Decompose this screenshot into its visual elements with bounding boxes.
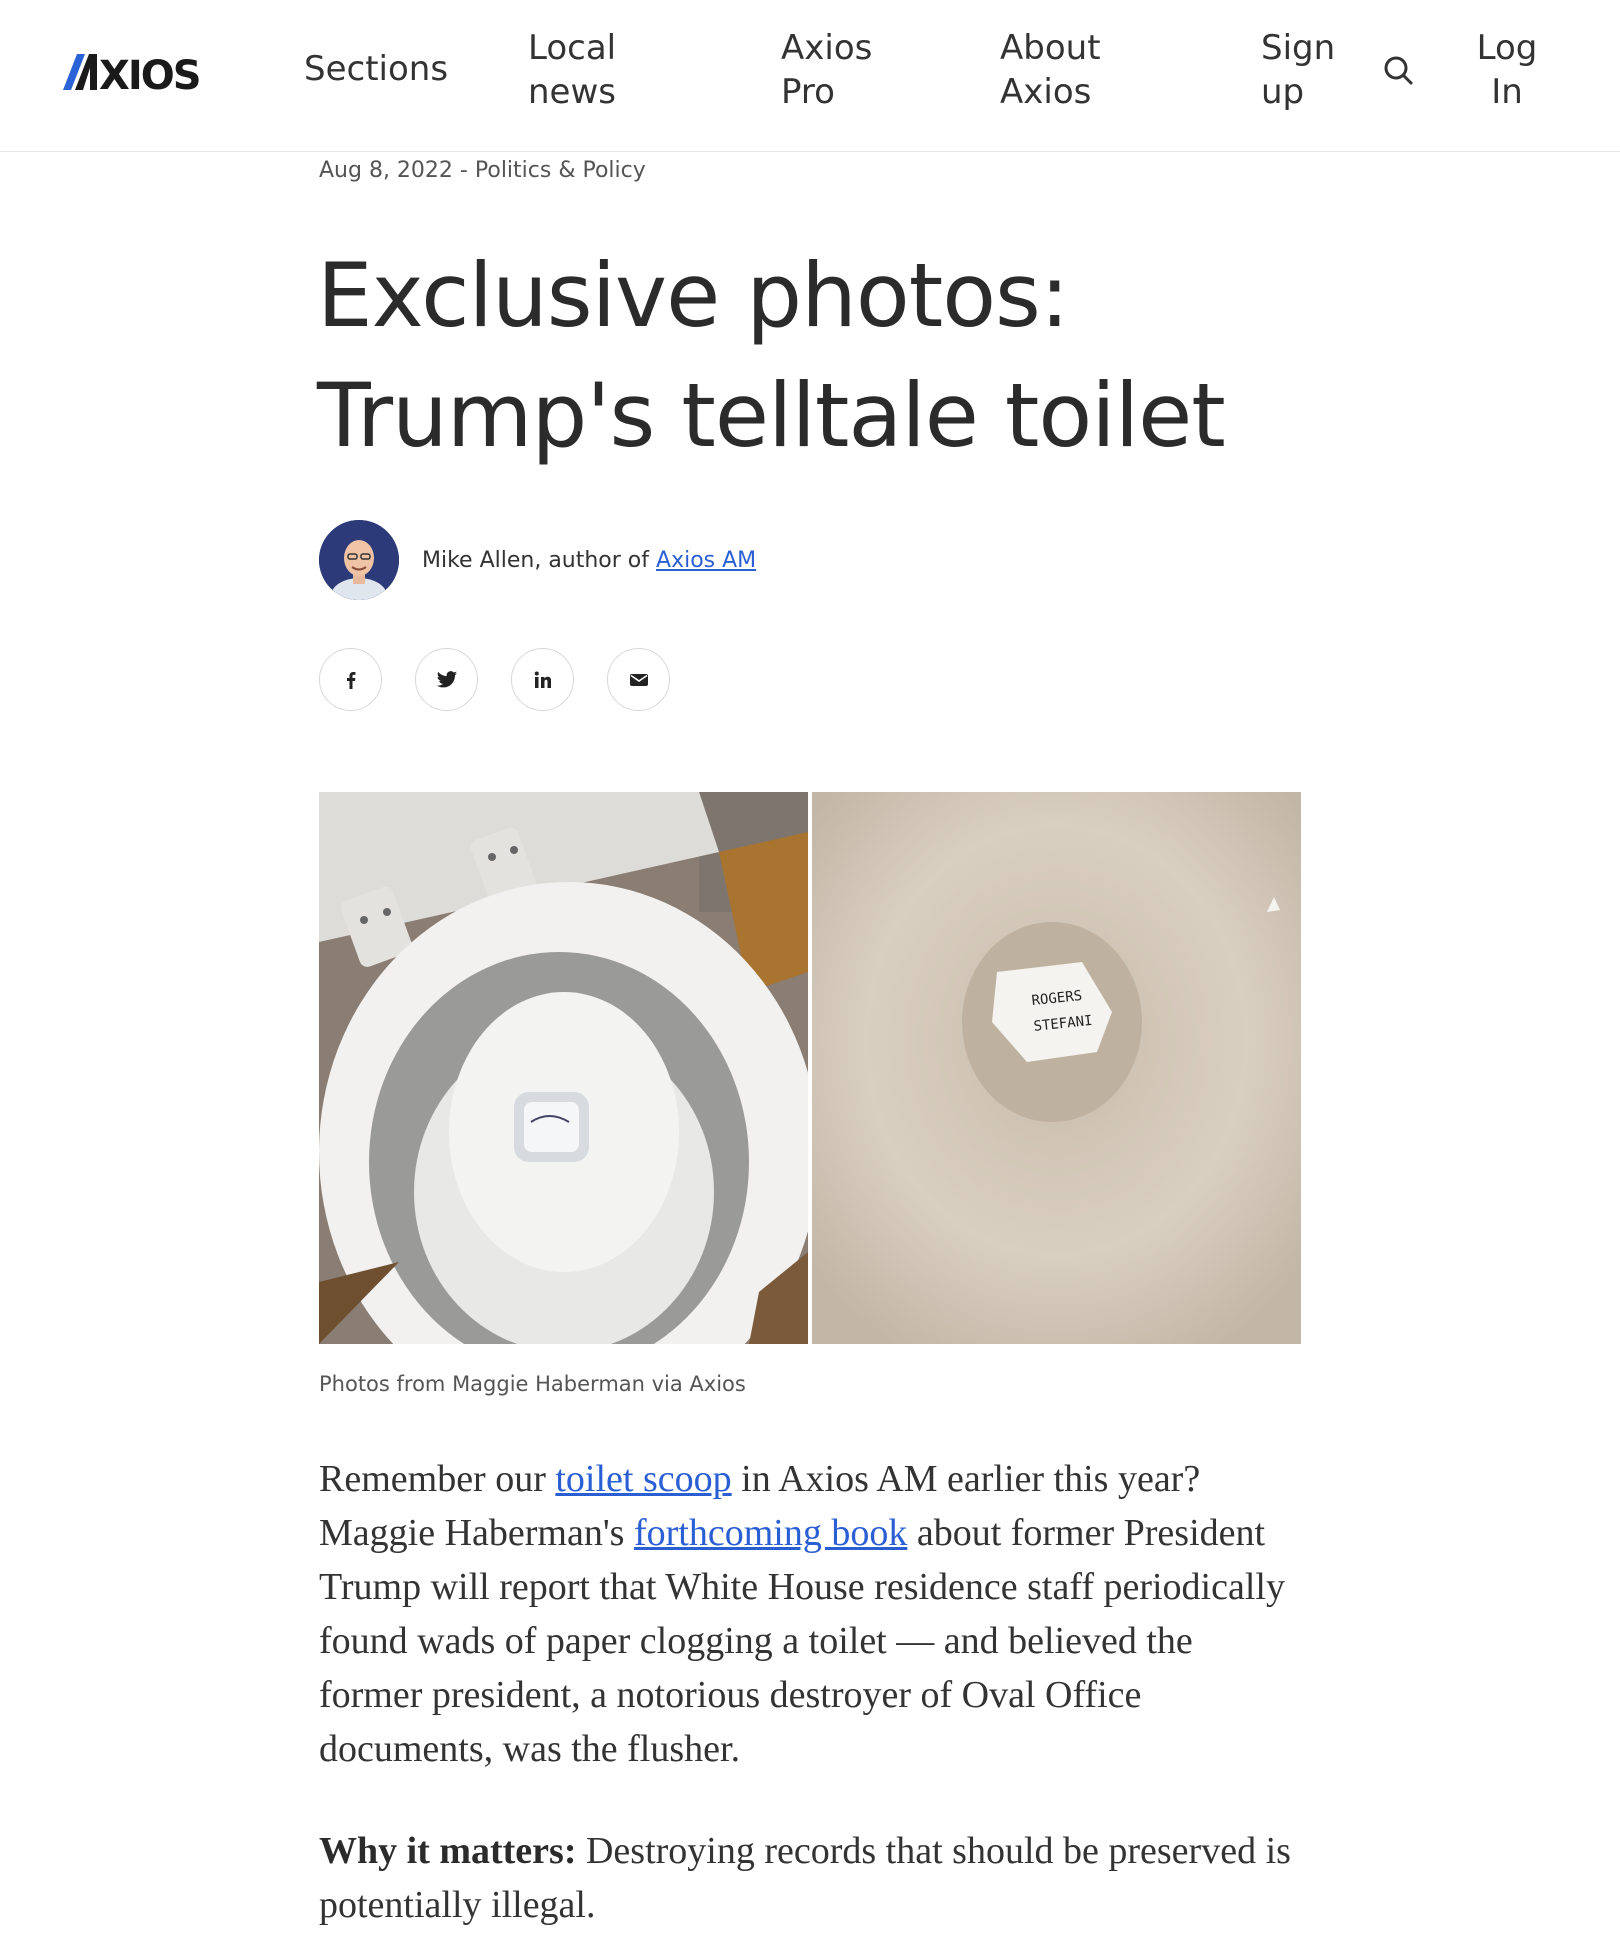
site-header: XIOS Sections Local news Axios Pro About… — [0, 0, 1620, 152]
axios-logo-mark: XIOS — [63, 53, 202, 92]
nav-sections[interactable]: Sections — [304, 47, 448, 91]
share-buttons — [319, 648, 670, 711]
article-paragraph-2: Why it matters: Destroying records that … — [319, 1824, 1299, 1932]
share-twitter-button[interactable] — [415, 648, 478, 711]
author-avatar[interactable] — [319, 520, 399, 600]
article-paragraph-1: Remember our toilet scoop in Axios AM ea… — [319, 1452, 1299, 1776]
search-icon — [1384, 56, 1413, 85]
p1-text-1: Remember our — [319, 1458, 556, 1500]
nav-about-axios[interactable]: About Axios — [1000, 26, 1140, 114]
byline-text: Mike Allen, author of Axios AM — [422, 548, 756, 573]
meta-separator: - — [452, 158, 475, 183]
why-it-matters-label: Why it matters: — [319, 1830, 577, 1872]
svg-text:XIOS: XIOS — [99, 53, 200, 92]
axios-am-link[interactable]: Axios AM — [656, 548, 756, 573]
share-email-button[interactable] — [607, 648, 670, 711]
axios-logo[interactable]: XIOS — [63, 50, 211, 94]
article-category-link[interactable]: Politics & Policy — [475, 158, 646, 183]
nav-axios-pro[interactable]: Axios Pro — [781, 26, 901, 114]
photo-caption: Photos from Maggie Haberman via Axios — [319, 1372, 746, 1396]
share-linkedin-button[interactable] — [511, 648, 574, 711]
author-name: Mike Allen, author of — [422, 547, 657, 573]
toilet-photo-left — [319, 792, 808, 1344]
nav-log-in[interactable]: Log In — [1472, 26, 1542, 114]
toilet-scoop-link[interactable]: toilet scoop — [555, 1458, 731, 1500]
article-photo: ROGERS STEFANI — [319, 792, 1301, 1344]
share-facebook-button[interactable] — [319, 648, 382, 711]
byline: Mike Allen, author of Axios AM — [319, 520, 756, 600]
nav-sign-up[interactable]: Sign up — [1261, 26, 1361, 114]
forthcoming-book-link[interactable]: forthcoming book — [634, 1512, 907, 1554]
facebook-icon — [346, 671, 355, 689]
toilet-photo-right: ROGERS STEFANI — [812, 792, 1301, 1344]
article-date: Aug 8, 2022 — [319, 158, 453, 183]
email-icon — [629, 673, 648, 686]
article-meta: Aug 8, 2022 - Politics & Policy — [319, 158, 646, 183]
linkedin-icon — [534, 671, 551, 688]
nav-local-news[interactable]: Local news — [528, 26, 698, 114]
article-headline: Exclusive photos: Trump's telltale toile… — [317, 244, 1226, 467]
search-button[interactable] — [1378, 50, 1418, 90]
twitter-icon — [436, 670, 457, 687]
